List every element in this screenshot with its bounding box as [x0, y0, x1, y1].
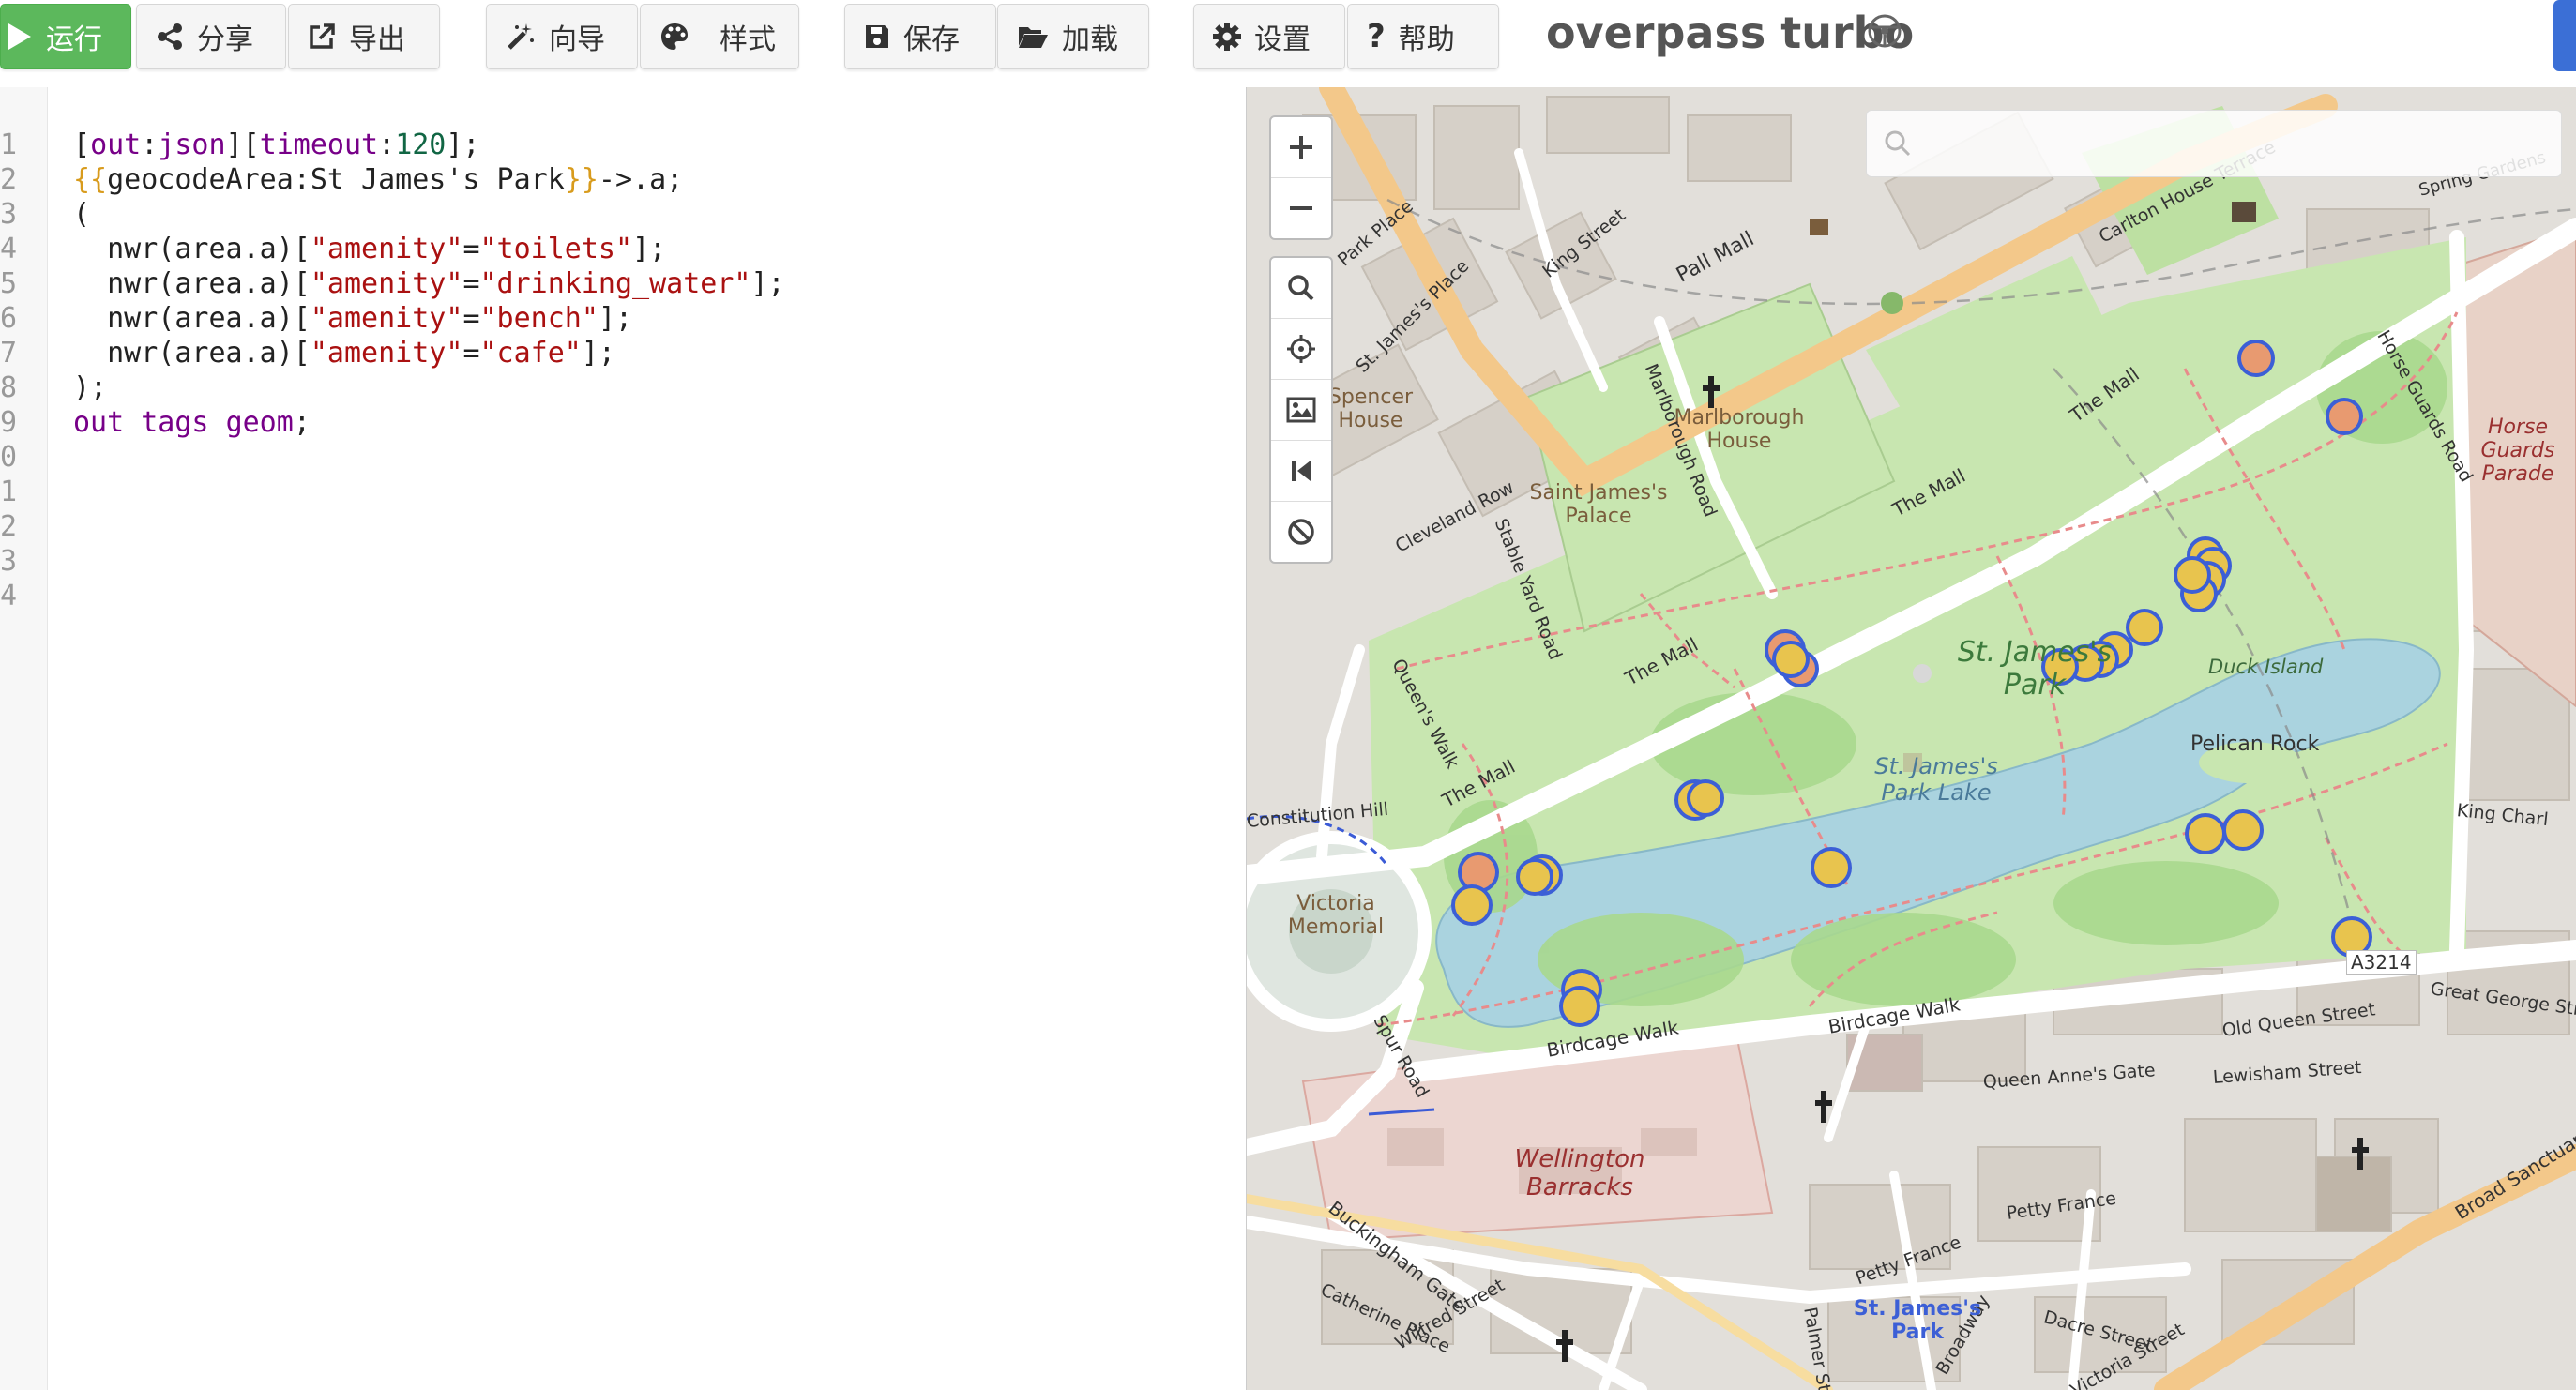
- code-line[interactable]: (: [73, 198, 90, 231]
- palette-icon: [661, 23, 688, 50]
- gear-icon: [1213, 23, 1241, 51]
- crosshair-icon: [1287, 335, 1315, 363]
- code-line[interactable]: nwr(area.a)["amenity"="cafe"];: [73, 337, 615, 370]
- line-number: 1: [0, 128, 18, 161]
- load-button[interactable]: 加载: [997, 4, 1149, 69]
- plus-icon: [1290, 136, 1312, 159]
- export-image-button[interactable]: [1271, 380, 1331, 441]
- line-number: 7: [0, 337, 18, 370]
- map-tool-controls: [1269, 256, 1333, 564]
- minus-icon: [1290, 206, 1312, 210]
- code-line[interactable]: nwr(area.a)["amenity"="drinking_water"];: [73, 267, 785, 300]
- locate-button[interactable]: [1271, 319, 1331, 380]
- zoom-to-data-button[interactable]: [1271, 441, 1331, 502]
- export-label: 导出: [349, 23, 405, 56]
- play-icon: [8, 23, 31, 50]
- help-button[interactable]: ? 帮助: [1347, 4, 1499, 69]
- map-view[interactable]: Spencer House Marlborough House Saint Ja…: [1247, 87, 2576, 1390]
- map-label-wellington-barracks: Wellington Barracks: [1514, 1145, 1645, 1201]
- line-number: 4: [0, 233, 18, 265]
- code-line[interactable]: [out:json][timeout:120];: [73, 128, 480, 161]
- line-number: 6: [0, 302, 18, 335]
- save-button[interactable]: 保存: [844, 4, 996, 69]
- app-title: overpass turbo: [1546, 8, 1915, 58]
- line-number: 3: [0, 545, 18, 578]
- toolbar: 运行 分享 导出 向导 样式 保存 加载 设置 ? 帮助 overpass tu…: [0, 0, 2576, 87]
- code-line[interactable]: nwr(area.a)["amenity"="toilets"];: [73, 233, 666, 265]
- share-button[interactable]: 分享: [136, 4, 286, 69]
- side-tab[interactable]: [2553, 0, 2576, 71]
- zoom-out-button[interactable]: [1271, 178, 1331, 238]
- floppy-disk-icon: [866, 25, 888, 48]
- query-editor[interactable]: 1 2 3 4 5 6 7 8 9 0 1 2 3 4 [out:json][t…: [0, 87, 1247, 1390]
- code-line[interactable]: nwr(area.a)["amenity"="bench"];: [73, 302, 632, 335]
- magic-wand-icon: [508, 23, 534, 50]
- folder-open-icon: [1019, 27, 1048, 48]
- code-line[interactable]: out tags geom;: [73, 406, 311, 439]
- zoom-controls: [1269, 115, 1333, 240]
- step-backward-icon: [1292, 461, 1311, 481]
- map-label-duck-island: Duck Island: [2208, 656, 2324, 678]
- style-label: 样式: [720, 23, 776, 56]
- line-number: 5: [0, 267, 18, 300]
- map-label-pelican-rock: Pelican Rock: [2190, 733, 2320, 756]
- map-label-st-james-park: St. James's Park: [1957, 636, 2113, 702]
- steering-wheel-icon: [1868, 14, 1902, 48]
- question-icon: ?: [1367, 18, 1386, 55]
- settings-label: 设置: [1254, 23, 1311, 56]
- wizard-label: 向导: [549, 23, 605, 56]
- map-label-lake: St. James's Park Lake: [1874, 753, 1998, 806]
- export-button[interactable]: 导出: [288, 4, 440, 69]
- map-label-st-jamess-park-station: St. James's Park: [1853, 1297, 1982, 1344]
- image-icon: [1286, 397, 1316, 423]
- line-number: 9: [0, 406, 18, 439]
- load-label: 加载: [1062, 23, 1118, 56]
- share-label: 分享: [197, 23, 253, 56]
- external-link-icon: [310, 23, 335, 49]
- wizard-button[interactable]: 向导: [486, 4, 638, 69]
- ban-icon: [1288, 519, 1314, 545]
- settings-button[interactable]: 设置: [1193, 4, 1345, 69]
- line-number: 4: [0, 580, 18, 612]
- run-button[interactable]: 运行: [0, 4, 131, 69]
- share-icon: [158, 23, 182, 50]
- map-label-a3214: A3214: [2346, 950, 2417, 975]
- line-number: 2: [0, 163, 18, 196]
- line-gutter: 1 2 3 4 5 6 7 8 9 0 1 2 3 4: [0, 87, 48, 1390]
- line-number: 1: [0, 476, 18, 508]
- code-line[interactable]: );: [73, 371, 107, 404]
- map-label-victoria-memorial: Victoria Memorial: [1287, 892, 1385, 939]
- zoom-in-button[interactable]: [1271, 117, 1331, 178]
- help-label: 帮助: [1398, 23, 1455, 56]
- style-button[interactable]: 样式: [640, 4, 799, 69]
- run-label: 运行: [46, 23, 102, 56]
- search-icon: [1288, 275, 1314, 301]
- map-label-spencer-house: Spencer House: [1327, 385, 1414, 432]
- search-icon: [1885, 130, 1911, 157]
- line-number: 2: [0, 510, 18, 543]
- map-label-saint-jamess-palace: Saint James's Palace: [1529, 481, 1668, 528]
- clear-map-button[interactable]: [1271, 502, 1331, 562]
- line-number: 0: [0, 441, 18, 474]
- save-label: 保存: [903, 23, 960, 56]
- code-line[interactable]: {{geocodeArea:St James's Park}}->.a;: [73, 163, 683, 196]
- map-search-box[interactable]: [1866, 110, 2562, 177]
- line-number: 3: [0, 198, 18, 231]
- map-search-button[interactable]: [1271, 258, 1331, 319]
- line-number: 8: [0, 371, 18, 404]
